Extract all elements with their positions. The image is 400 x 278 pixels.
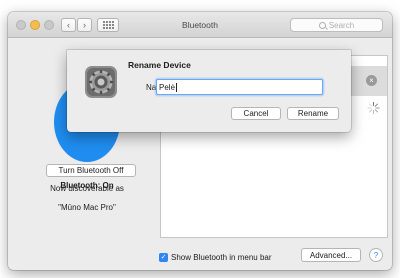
show-in-menu-bar-checkbox[interactable]: ✓	[159, 253, 168, 262]
device-name-value: Pelė	[159, 82, 176, 92]
discoverable-name: "Mūno Mac Pro"	[58, 203, 116, 212]
text-cursor	[175, 82, 177, 92]
gear-icon	[85, 66, 117, 98]
title-bar: ‹ › Bluetooth Search	[8, 12, 392, 38]
device-name-input[interactable]: Pelė	[156, 79, 323, 95]
sheet-title: Rename Device	[128, 60, 191, 70]
search-icon	[318, 21, 326, 29]
show-in-menu-bar-label: Show Bluetooth in menu bar	[171, 253, 272, 262]
preferences-window: ‹ › Bluetooth Search Bluetooth: On Turn …	[8, 12, 392, 270]
search-field[interactable]: Search	[290, 18, 383, 32]
turn-bluetooth-off-button[interactable]: Turn Bluetooth Off	[46, 164, 136, 177]
show-in-menu-bar-option[interactable]: ✓ Show Bluetooth in menu bar	[159, 253, 272, 262]
search-placeholder: Search	[328, 20, 355, 30]
discoverable-label: Now discoverable as	[50, 184, 124, 193]
rename-device-sheet: Rename Device Name: Pelė Cancel Rename	[67, 50, 351, 132]
rename-button[interactable]: Rename	[287, 107, 339, 120]
spinner-icon	[367, 102, 379, 114]
help-button[interactable]: ?	[369, 248, 383, 262]
advanced-button[interactable]: Advanced...	[301, 248, 361, 262]
remove-device-icon[interactable]: ×	[366, 75, 377, 86]
cancel-button[interactable]: Cancel	[231, 107, 281, 120]
